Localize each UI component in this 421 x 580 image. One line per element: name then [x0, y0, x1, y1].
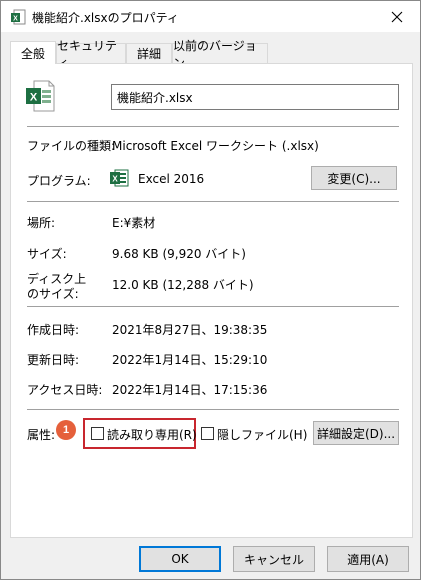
- disk-size-value: 12.0 KB (12,288 バイト): [112, 278, 254, 292]
- created-label: 作成日時:: [27, 323, 80, 337]
- disk-size-label-line2: のサイズ:: [27, 287, 79, 301]
- excel-document-icon: X: [26, 80, 55, 112]
- svg-text:X: X: [112, 175, 118, 184]
- tab-details[interactable]: 詳細: [126, 43, 172, 63]
- general-tab-panel: X 機能紹介.xlsx ファイルの種類: Microsoft Excel ワーク…: [10, 63, 413, 538]
- created-value: 2021年8月27日、19:38:35: [112, 323, 268, 337]
- filename-value: 機能紹介.xlsx: [117, 91, 193, 105]
- window-title: 機能紹介.xlsxのプロパティ: [32, 11, 179, 25]
- advanced-button-label: 詳細設定(D)...: [316, 426, 396, 441]
- divider: [27, 201, 399, 202]
- close-button[interactable]: [374, 1, 420, 32]
- program-label: プログラム:: [27, 174, 91, 188]
- attributes-label: 属性:: [27, 428, 56, 442]
- apply-button-label: 適用(A): [347, 552, 389, 567]
- file-type-value: Microsoft Excel ワークシート (.xlsx): [112, 139, 319, 153]
- location-label: 場所:: [27, 216, 56, 230]
- hidden-checkbox[interactable]: [201, 427, 214, 440]
- divider: [27, 306, 399, 307]
- excel-file-icon: X: [11, 9, 26, 25]
- apply-button[interactable]: 適用(A): [327, 546, 409, 572]
- accessed-label: アクセス日時:: [27, 383, 103, 397]
- readonly-label[interactable]: 読み取り専用(R): [107, 426, 197, 443]
- properties-dialog: X 機能紹介.xlsxのプロパティ 全般 セキュリティ 詳細 以前のバージョン: [0, 0, 421, 580]
- program-value: Excel 2016: [138, 172, 205, 186]
- tab-security[interactable]: セキュリティ: [56, 39, 126, 70]
- cancel-button[interactable]: キャンセル: [233, 546, 315, 572]
- modified-label: 更新日時:: [27, 353, 80, 367]
- tab-previous-versions[interactable]: 以前のバージョン: [172, 39, 268, 70]
- accessed-value: 2022年1月14日、17:15:36: [112, 383, 268, 397]
- divider: [27, 126, 399, 127]
- close-icon: [391, 11, 403, 22]
- change-button-label: 変更(C)...: [327, 171, 381, 186]
- excel-app-icon: X: [110, 169, 129, 187]
- size-value: 9.68 KB (9,920 バイト): [112, 247, 246, 261]
- svg-text:X: X: [13, 16, 18, 23]
- modified-value: 2022年1月14日、15:29:10: [112, 353, 268, 367]
- hidden-label[interactable]: 隠しファイル(H): [217, 426, 307, 443]
- ok-button[interactable]: OK: [139, 546, 221, 572]
- annotation-badge-1: 1: [56, 420, 76, 440]
- readonly-checkbox[interactable]: [91, 427, 104, 440]
- file-type-label: ファイルの種類:: [27, 139, 116, 153]
- title-bar: X 機能紹介.xlsxのプロパティ: [1, 1, 420, 32]
- cancel-button-label: キャンセル: [243, 552, 304, 567]
- divider: [27, 409, 399, 410]
- size-label: サイズ:: [27, 247, 67, 261]
- ok-button-label: OK: [171, 552, 189, 566]
- location-value: E:¥素材: [112, 216, 156, 230]
- advanced-button[interactable]: 詳細設定(D)...: [313, 421, 399, 445]
- svg-text:X: X: [30, 92, 38, 104]
- change-program-button[interactable]: 変更(C)...: [311, 166, 397, 190]
- tab-general[interactable]: 全般: [10, 41, 56, 64]
- tab-label: 詳細: [136, 47, 161, 61]
- filename-input[interactable]: 機能紹介.xlsx: [111, 84, 399, 110]
- tab-label: 全般: [20, 46, 45, 61]
- badge-number: 1: [62, 424, 70, 436]
